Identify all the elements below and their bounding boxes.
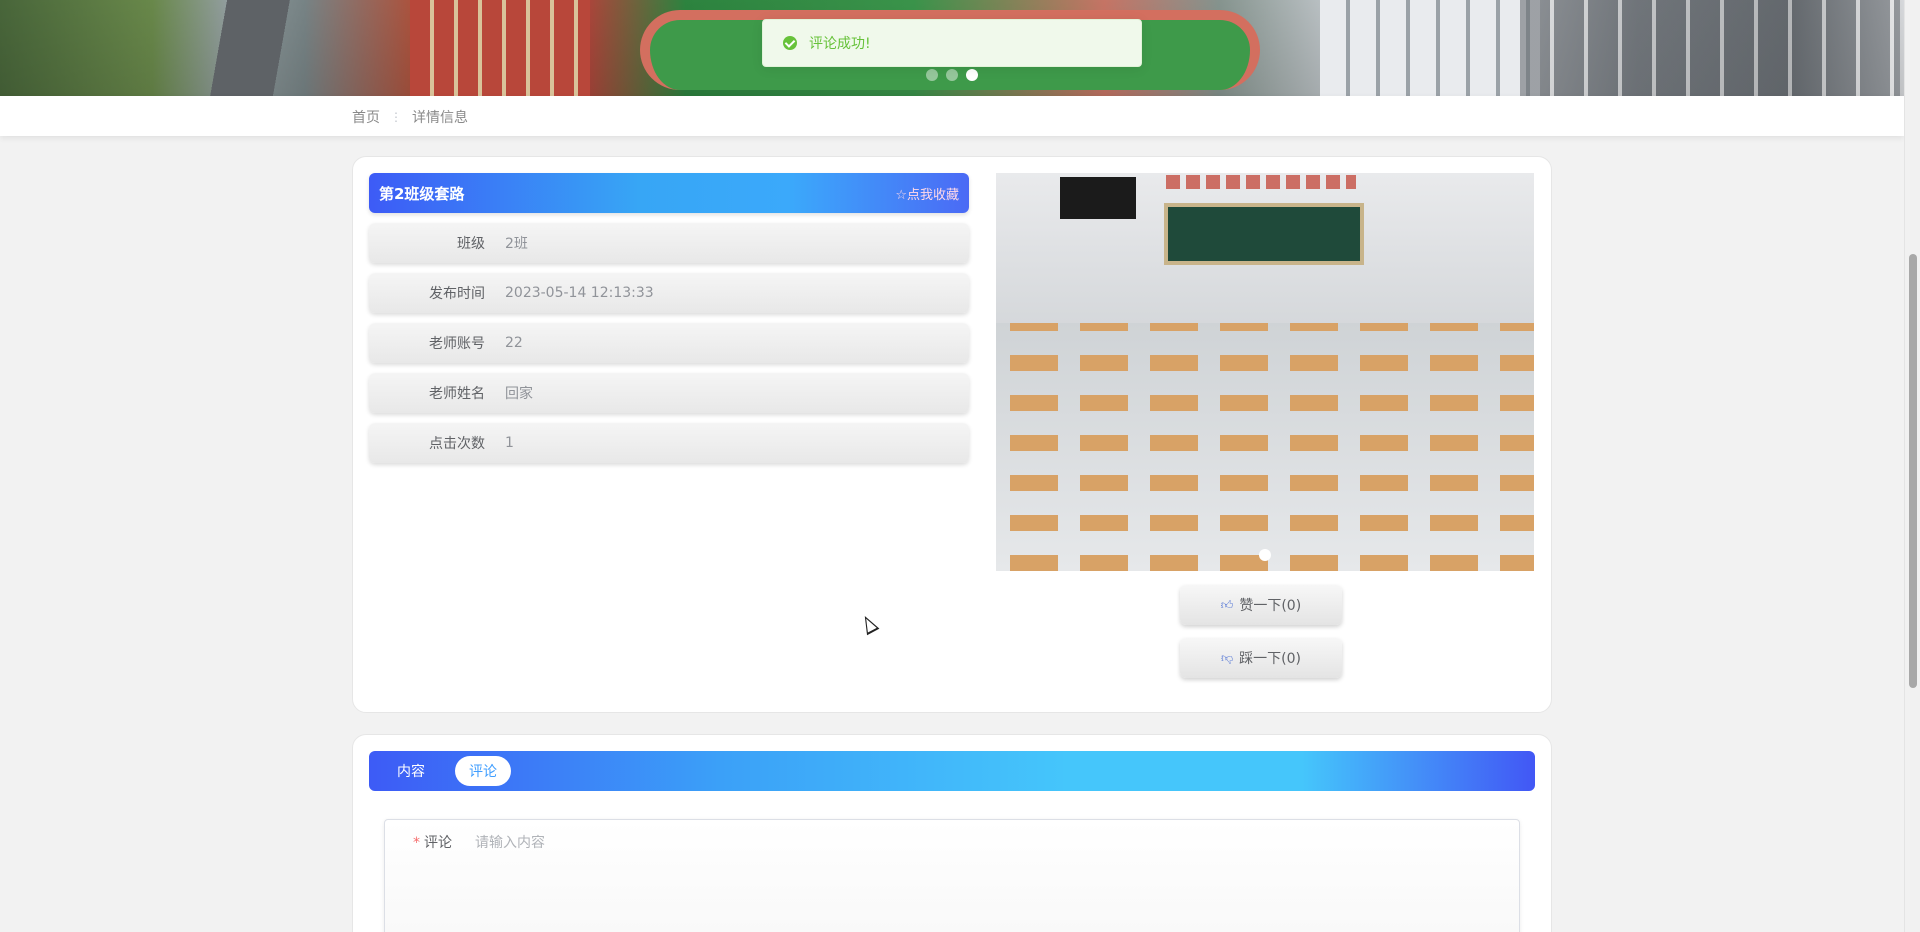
scrollbar-thumb[interactable] <box>1909 254 1917 688</box>
info-label: 老师账号 <box>429 336 485 352</box>
carousel-indicators <box>926 69 978 81</box>
tab-content[interactable]: 内容 <box>383 756 439 786</box>
info-row-publish-time: 发布时间 2023-05-14 12:13:33 <box>369 273 969 313</box>
success-toast: 评论成功! <box>762 19 1142 67</box>
classroom-blackboard <box>1164 203 1364 265</box>
detail-title-bar: 第2班级套路 ☆点我收藏 <box>369 173 969 213</box>
tab-bar: 内容 评论 <box>369 751 1535 791</box>
banner-image-building <box>410 0 590 96</box>
info-value: 22 <box>505 335 523 351</box>
banner-image-road-right <box>1520 0 1900 96</box>
comment-form: * 评论 <box>384 819 1520 932</box>
page-scrollbar[interactable] <box>1904 0 1920 932</box>
comment-textarea[interactable] <box>471 828 1501 932</box>
thumbs-up-icon: 👍︎ <box>1220 597 1234 612</box>
collect-button[interactable]: ☆点我收藏 <box>895 184 959 203</box>
detail-card: 第2班级套路 ☆点我收藏 班级 2班 发布时间 2023-05-14 12:13… <box>352 156 1552 713</box>
banner-image-building-right <box>1320 0 1540 96</box>
toast-message: 评论成功! <box>809 36 871 52</box>
info-value: 2班 <box>505 236 528 252</box>
comment-label-text: 评论 <box>424 835 452 851</box>
dislike-label: 踩一下(0) <box>1239 651 1302 667</box>
carousel-dot-2[interactable] <box>946 69 958 81</box>
carousel-dot-1[interactable] <box>926 69 938 81</box>
breadcrumb-home[interactable]: 首页 <box>352 107 380 127</box>
info-value: 1 <box>505 435 514 451</box>
like-button[interactable]: 👍︎ 赞一下(0) <box>1180 585 1342 625</box>
dislike-button[interactable]: 👎︎ 踩一下(0) <box>1180 638 1342 678</box>
success-check-icon <box>783 36 797 50</box>
page-title: 第2班级套路 <box>379 184 465 203</box>
info-row-teacher-account: 老师账号 22 <box>369 323 969 363</box>
classroom-desks <box>996 323 1534 571</box>
thumbs-down-icon: 👎︎ <box>1220 650 1234 665</box>
info-value: 2023-05-14 12:13:33 <box>505 285 654 301</box>
breadcrumb-bar: 首页 ⋮ 详情信息 <box>0 96 1904 136</box>
content-comment-card: 内容 评论 * 评论 <box>352 734 1552 932</box>
info-row-class: 班级 2班 <box>369 223 969 263</box>
info-value: 回家 <box>505 386 533 402</box>
info-label: 老师姓名 <box>429 386 485 402</box>
image-carousel-dot[interactable] <box>1259 549 1271 561</box>
info-row-teacher-name: 老师姓名 回家 <box>369 373 969 413</box>
info-row-click-count: 点击次数 1 <box>369 423 969 463</box>
banner-image-road <box>180 0 320 96</box>
classroom-image-carousel[interactable] <box>996 173 1534 571</box>
tab-comment[interactable]: 评论 <box>455 756 511 786</box>
info-label: 点击次数 <box>429 436 485 452</box>
like-label: 赞一下(0) <box>1239 598 1302 614</box>
info-label: 发布时间 <box>429 286 485 302</box>
breadcrumb-current: 详情信息 <box>412 110 468 126</box>
required-mark: * <box>413 835 420 851</box>
breadcrumb: 首页 ⋮ 详情信息 <box>352 107 468 127</box>
comment-label: * 评论 <box>413 832 452 852</box>
info-label: 班级 <box>457 236 485 252</box>
breadcrumb-separator-icon: ⋮ <box>390 110 402 124</box>
classroom-slogan-banner <box>1166 175 1356 189</box>
classroom-tv <box>1060 177 1136 219</box>
carousel-dot-3[interactable] <box>966 69 978 81</box>
